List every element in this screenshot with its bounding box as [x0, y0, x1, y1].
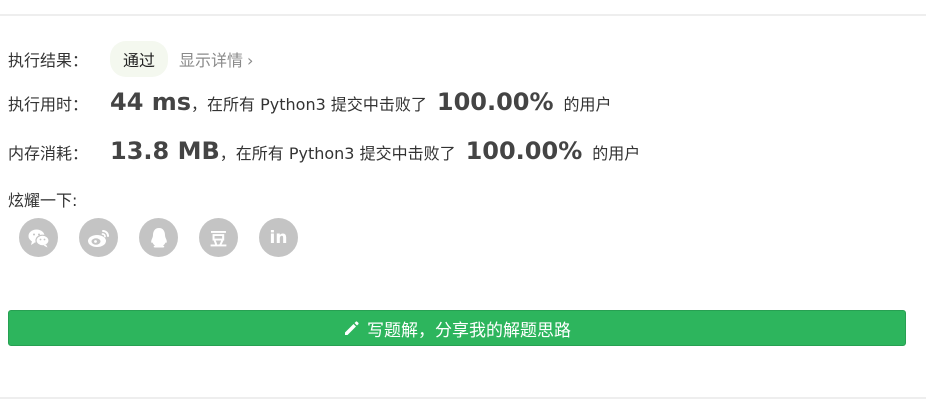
- submission-result-panel: 执行结果： 通过 显示详情 › 执行用时： 44 ms ，在所有 Python3 …: [0, 0, 926, 413]
- share-label: 炫耀一下:: [8, 191, 78, 210]
- bottom-divider: [0, 397, 926, 399]
- top-divider: [0, 14, 926, 16]
- chevron-right-icon: ›: [247, 51, 254, 70]
- runtime-text-before: ，在所有 Python3 提交中击败了: [191, 95, 427, 114]
- weibo-icon[interactable]: [79, 218, 118, 257]
- douban-icon[interactable]: 豆: [199, 218, 238, 257]
- linkedin-icon[interactable]: in: [259, 218, 298, 257]
- runtime-text-after: 的用户: [563, 95, 612, 114]
- runtime-percent: 100.00%: [436, 88, 554, 116]
- qq-icon[interactable]: [139, 218, 178, 257]
- memory-label: 内存消耗：: [8, 144, 89, 163]
- linkedin-glyph: in: [269, 227, 288, 248]
- memory-value: 13.8 MB: [110, 137, 220, 165]
- show-details-link[interactable]: 显示详情 ›: [179, 47, 253, 71]
- douban-glyph: 豆: [210, 230, 227, 250]
- write-solution-label: 写题解，分享我的解题思路: [367, 320, 571, 341]
- runtime-value: 44 ms: [110, 88, 192, 116]
- memory-text-before: ，在所有 Python3 提交中击败了: [219, 144, 456, 163]
- runtime-row: 执行用时： 44 ms ，在所有 Python3 提交中击败了 100.00% …: [8, 88, 612, 116]
- memory-text-after: 的用户: [592, 144, 641, 163]
- status-badge: 通过: [110, 41, 169, 77]
- write-solution-button[interactable]: 写题解，分享我的解题思路: [8, 310, 906, 346]
- pencil-icon: [343, 320, 360, 337]
- share-icons: 豆 in: [19, 218, 298, 257]
- result-row: 执行结果： 通过 显示详情 ›: [8, 41, 253, 77]
- runtime-label: 执行用时：: [8, 95, 89, 114]
- wechat-icon[interactable]: [19, 218, 58, 257]
- memory-percent: 100.00%: [465, 137, 583, 165]
- result-label: 执行结果：: [8, 51, 89, 70]
- memory-row: 内存消耗： 13.8 MB ，在所有 Python3 提交中击败了 100.00…: [8, 137, 640, 165]
- show-details-label: 显示详情: [179, 51, 244, 70]
